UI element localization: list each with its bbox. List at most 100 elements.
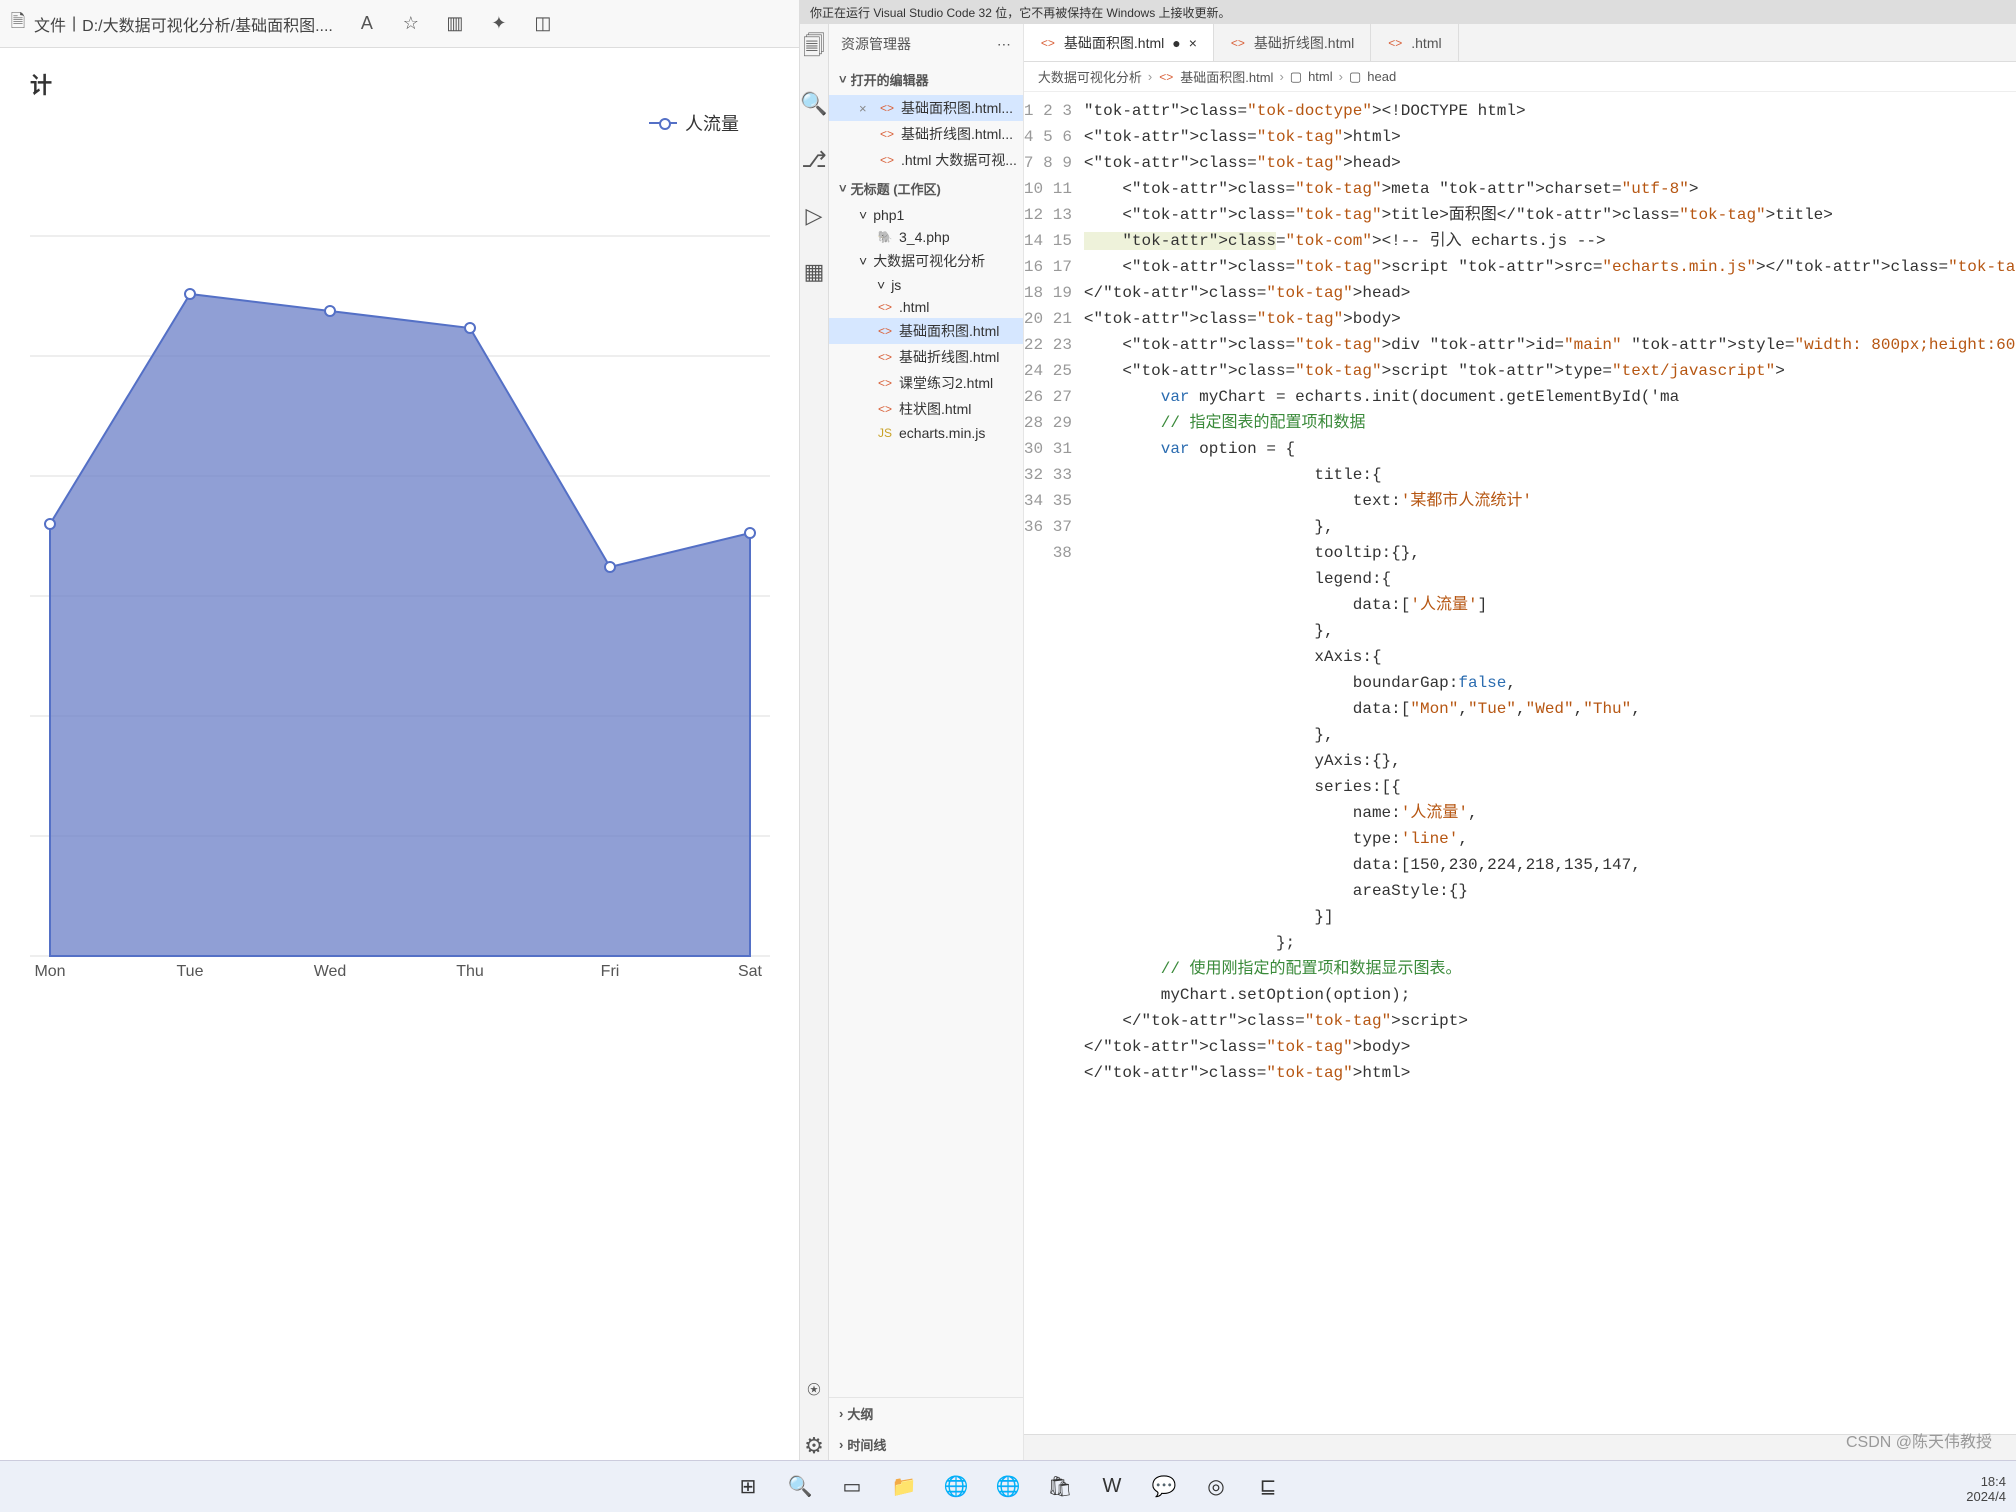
collections-icon[interactable]: ▥ — [445, 13, 465, 34]
svg-text:Wed: Wed — [314, 963, 347, 976]
editor-pane: <> 基础面积图.html ● × <> 基础折线图.html <> .html… — [1024, 24, 2016, 1460]
html-icon: <> — [879, 127, 895, 141]
svg-text:Mon: Mon — [34, 963, 65, 976]
timeline-section[interactable]: › 时间线 — [829, 1429, 1023, 1460]
workspace-head[interactable]: ˅ 无标题 (工作区) — [829, 173, 1023, 204]
address-bar[interactable]: 🗎 文件 | D:/大数据可视化分析/基础面积图.... — [8, 9, 333, 39]
tag-icon: ▢ — [1349, 69, 1361, 85]
taskview-icon[interactable]: ▭ — [833, 1468, 871, 1506]
search-icon[interactable]: 🔍 — [800, 90, 828, 118]
chrome-icon[interactable]: ◎ — [1197, 1468, 1235, 1506]
open-editors-head[interactable]: ˅ 打开的编辑器 — [829, 64, 1023, 95]
svg-text:Fri: Fri — [601, 963, 620, 976]
start-icon[interactable]: ⊞ — [729, 1468, 767, 1506]
outline-section[interactable]: › 大纲 — [829, 1398, 1023, 1429]
tab-html[interactable]: <> .html — [1371, 24, 1458, 61]
vscode-window: 你正在运行 Visual Studio Code 32 位，它不再被保持在 Wi… — [800, 0, 2016, 1460]
file-tree: ˅ php1 🐘 3_4.php ˅ 大数据可视化分析 ˅ js <> . — [829, 204, 1023, 444]
chevron-down-icon: ˅ — [839, 72, 847, 87]
svg-text:Sat: Sat — [738, 963, 763, 976]
legend-label: 人流量 — [685, 110, 739, 136]
browser-pane: 🗎 文件 | D:/大数据可视化分析/基础面积图.... A ☆ ▥ ✦ ◫ 计… — [0, 0, 800, 1460]
more-icon[interactable]: ⋯ — [997, 36, 1011, 53]
store-icon[interactable]: 🛍 — [1041, 1468, 1079, 1506]
explorer-icon[interactable]: 🗐 — [800, 34, 828, 62]
vscode-titlebar: 你正在运行 Visual Studio Code 32 位，它不再被保持在 Wi… — [800, 0, 2016, 24]
vscode-taskbar-icon[interactable]: ⊑ — [1249, 1468, 1287, 1506]
tab-line-chart[interactable]: <> 基础折线图.html — [1214, 24, 1371, 61]
chevron-right-icon: › — [839, 1437, 843, 1452]
explorer-title: 资源管理器 — [841, 34, 911, 54]
html-icon: <> — [1230, 36, 1246, 50]
html-icon: <> — [877, 350, 893, 364]
chart-title: 计 — [30, 68, 769, 100]
folder-js[interactable]: ˅ js — [829, 274, 1023, 296]
gear-icon[interactable]: ⚙ — [800, 1432, 828, 1460]
file-item[interactable]: JS echarts.min.js — [829, 422, 1023, 444]
svg-text:Thu: Thu — [456, 963, 484, 976]
chevron-right-icon: › — [839, 1406, 843, 1421]
dirty-dot-icon: ● — [1172, 35, 1180, 51]
html-icon: <> — [877, 324, 893, 338]
addr-prefix: 文件 — [34, 12, 66, 36]
close-icon[interactable]: × — [859, 101, 873, 116]
word-icon[interactable]: W — [1093, 1468, 1131, 1506]
tab-bar: <> 基础面积图.html ● × <> 基础折线图.html <> .html — [1024, 24, 2016, 62]
open-editor-item[interactable]: <> 基础折线图.html... — [829, 121, 1023, 147]
chart-legend[interactable]: 人流量 — [30, 110, 769, 136]
php-icon: 🐘 — [877, 230, 893, 244]
file-item[interactable]: 🐘 3_4.php — [829, 226, 1023, 248]
run-debug-icon[interactable]: ▷ — [800, 202, 828, 230]
chevron-down-icon: ˅ — [839, 181, 847, 196]
account-icon[interactable]: ⍟ — [800, 1376, 828, 1404]
source-control-icon[interactable]: ⎇ — [800, 146, 828, 174]
search-taskbar-icon[interactable]: 🔍 — [781, 1468, 819, 1506]
html-icon: <> — [879, 153, 895, 167]
split-icon[interactable]: ◫ — [533, 13, 553, 34]
file-item[interactable]: <> 基础折线图.html — [829, 344, 1023, 370]
activity-bar: 🗐 🔍 ⎇ ▷ ▦ ⍟ ⚙ — [800, 24, 829, 1460]
close-icon[interactable]: × — [1189, 35, 1197, 51]
area-chart: Mon Tue Wed Thu Fri Sat — [30, 156, 770, 976]
svg-text:Tue: Tue — [177, 963, 204, 976]
windows-taskbar: ⊞ 🔍 ▭ 📁 🌐 🌐 🛍 W 💬 ◎ ⊑ — [0, 1460, 2016, 1512]
folder-dataviz[interactable]: ˅ 大数据可视化分析 — [829, 248, 1023, 274]
chevron-down-icon: ˅ — [859, 253, 867, 269]
system-clock[interactable]: 18:4 2024/4 — [1966, 1474, 2006, 1504]
legend-marker-icon — [649, 122, 677, 124]
extensions-icon[interactable]: ✦ — [489, 13, 509, 34]
file-item[interactable]: <> .html — [829, 296, 1023, 318]
html-icon: <> — [877, 402, 893, 416]
html-icon: <> — [877, 376, 893, 390]
extensions-activity-icon[interactable]: ▦ — [800, 258, 828, 286]
tag-icon: ▢ — [1290, 69, 1302, 85]
code-editor[interactable]: 1 2 3 4 5 6 7 8 9 10 11 12 13 14 15 16 1… — [1024, 92, 2016, 1434]
wechat-icon[interactable]: 💬 — [1145, 1468, 1183, 1506]
breadcrumb[interactable]: 大数据可视化分析 › <> 基础面积图.html › ▢ html › ▢ he… — [1024, 62, 2016, 92]
folder-php1[interactable]: ˅ php1 — [829, 204, 1023, 226]
file-item[interactable]: <> 基础面积图.html — [829, 318, 1023, 344]
line-gutter: 1 2 3 4 5 6 7 8 9 10 11 12 13 14 15 16 1… — [1024, 92, 1084, 1434]
code-body[interactable]: "tok-attr">class="tok-doctype"><!DOCTYPE… — [1084, 92, 2016, 1434]
star-icon[interactable]: ☆ — [401, 13, 421, 34]
html-icon: <> — [877, 300, 893, 314]
chart-area: 计 人流量 Mon Tue Wed — [0, 48, 799, 999]
file-item[interactable]: <> 柱状图.html — [829, 396, 1023, 422]
open-editor-item[interactable]: × <> 基础面积图.html... — [829, 95, 1023, 121]
html-icon: <> — [1158, 70, 1174, 84]
js-icon: JS — [877, 426, 893, 440]
sidebar: 资源管理器 ⋯ ˅ 打开的编辑器 × <> 基础面积图.html... <> 基… — [829, 24, 1024, 1460]
edge-icon[interactable]: 🌐 — [937, 1468, 975, 1506]
chevron-down-icon: ˅ — [859, 207, 867, 223]
text-size-icon[interactable]: A — [357, 13, 377, 34]
tab-area-chart[interactable]: <> 基础面积图.html ● × — [1024, 24, 1214, 61]
addr-path: D:/大数据可视化分析/基础面积图.... — [82, 12, 333, 36]
file-item[interactable]: <> 课堂练习2.html — [829, 370, 1023, 396]
html-icon: <> — [879, 101, 895, 115]
open-editor-item[interactable]: <> .html 大数据可视... — [829, 147, 1023, 173]
browser-toolbar: 🗎 文件 | D:/大数据可视化分析/基础面积图.... A ☆ ▥ ✦ ◫ — [0, 0, 799, 48]
explorer-taskbar-icon[interactable]: 📁 — [885, 1468, 923, 1506]
edge2-icon[interactable]: 🌐 — [989, 1468, 1027, 1506]
chevron-down-icon: ˅ — [877, 277, 885, 293]
file-icon: 🗎 — [8, 9, 28, 39]
